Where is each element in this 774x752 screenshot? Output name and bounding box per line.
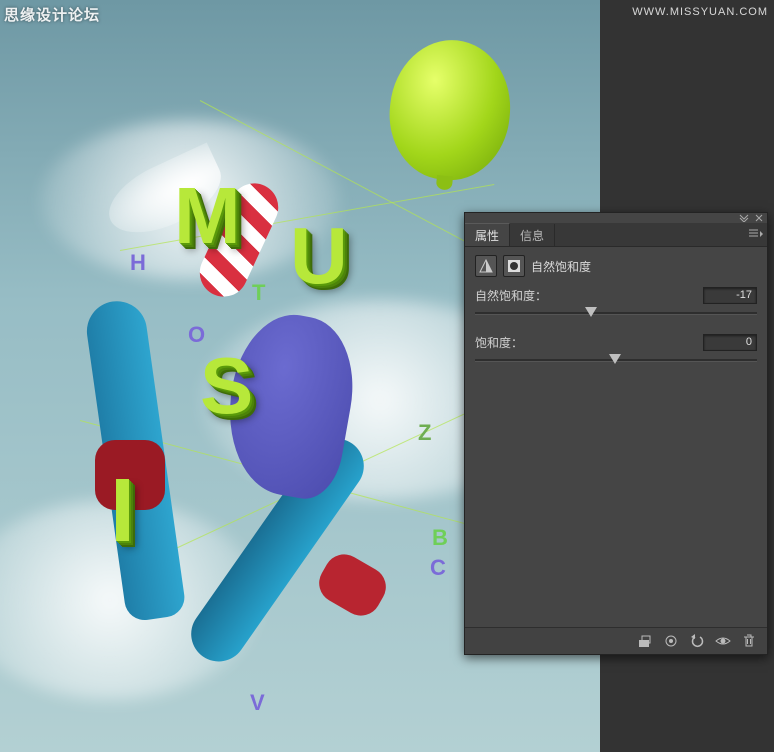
letter-u: U [290,210,348,302]
slider-track-saturation[interactable] [475,353,757,367]
balloon-shape [383,34,517,186]
slider-label-vibrance: 自然饱和度： [475,287,547,304]
watermark-left: 思缘设计论坛 [4,4,100,25]
slider-value-vibrance[interactable]: -17 [703,287,757,304]
reset-icon[interactable] [685,631,709,651]
panel-body: 自然饱和度 自然饱和度： -17 饱和度： 0 [465,247,767,627]
slider-label-saturation: 饱和度： [475,334,523,351]
slider-value-saturation[interactable]: 0 [703,334,757,351]
adjustment-type-icon[interactable] [475,255,497,277]
slider-saturation: 饱和度： 0 [475,334,757,367]
small-letter-h: H [130,250,146,276]
slider-vibrance: 自然饱和度： -17 [475,287,757,320]
adjustment-header: 自然饱和度 [475,255,757,277]
tab-info[interactable]: 信息 [510,224,555,246]
panel-tab-bar: 属性 信息 [465,224,767,247]
visibility-icon[interactable] [711,631,735,651]
watermark-right: WWW.MISSYUAN.COM [632,6,768,18]
mask-icon[interactable] [503,255,525,277]
panel-drag-handle[interactable] [465,213,767,224]
letter-i: I [110,460,135,563]
small-letter-c: C [430,555,446,581]
slider-track-vibrance[interactable] [475,306,757,320]
small-letter-b: B [432,525,448,551]
small-letter-t: T [252,280,265,306]
slider-thumb-saturation[interactable] [609,354,621,364]
delete-icon[interactable] [737,631,761,651]
slider-thumb-vibrance[interactable] [585,307,597,317]
small-letter-o: O [188,322,205,348]
panel-menu-icon[interactable] [749,228,763,242]
collapse-icon[interactable] [739,214,749,222]
adjustment-title: 自然饱和度 [531,258,591,275]
close-icon[interactable] [755,214,763,222]
small-letter-z: Z [418,420,431,446]
clip-to-layer-icon[interactable] [633,631,657,651]
letter-m: M [174,170,241,262]
tab-properties[interactable]: 属性 [465,223,510,246]
view-previous-state-icon[interactable] [659,631,683,651]
small-letter-v: V [250,690,265,716]
properties-panel: 属性 信息 自然饱和度 自然饱和度： -17 [464,212,768,655]
letter-s: S [200,340,253,432]
panel-footer [465,627,767,654]
dancer-sock [312,547,393,623]
